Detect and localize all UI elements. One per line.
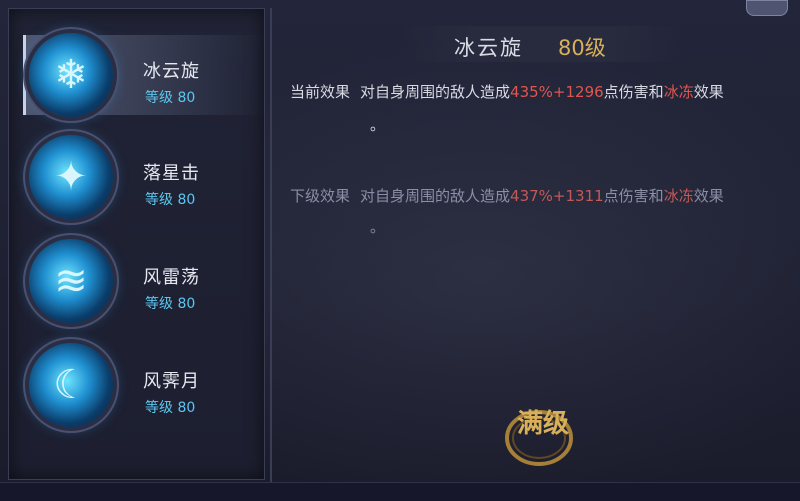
damage-value: 435%+1296 bbox=[510, 83, 604, 101]
next-effect: 下级效果 对自身周围的敌人造成437%+1311点伤害和冰冻效果 bbox=[290, 182, 780, 210]
current-effect-end: 。 bbox=[370, 116, 386, 134]
damage-value: 437%+1311 bbox=[510, 187, 604, 205]
skill-item-luoxingji[interactable]: ✦ 落星击 等级 80 bbox=[23, 131, 263, 223]
next-effect-end: 。 bbox=[370, 218, 386, 236]
title-bar bbox=[402, 26, 682, 62]
skill-name: 风雷荡 bbox=[143, 267, 200, 288]
wind-moon-icon: ☾ bbox=[29, 343, 113, 427]
effect-text: 效果 bbox=[693, 187, 724, 205]
current-effect: 当前效果 对自身周围的敌人造成435%+1296点伤害和冰冻效果 bbox=[290, 78, 780, 106]
skill-list-panel: ❄ 冰云旋 等级 80 ✦ 落星击 等级 80 ≋ 风雷荡 等级 80 ☾ 风霁… bbox=[8, 8, 265, 480]
effect-text: 对自身周围的敌人造成 bbox=[360, 187, 511, 205]
skill-name: 风霁月 bbox=[143, 371, 200, 392]
skill-level: 等级 80 bbox=[145, 296, 196, 312]
effect-text: 点伤害和 bbox=[603, 83, 664, 101]
skill-name: 冰云旋 bbox=[143, 61, 200, 82]
detail-skill-level: 80级 bbox=[558, 36, 606, 60]
ice-swirl-icon: ❄ bbox=[29, 33, 113, 117]
status-effect: 冰冻 bbox=[663, 187, 694, 205]
badge-text: 满级 bbox=[517, 408, 569, 439]
skill-item-bingyunxuan[interactable]: ❄ 冰云旋 等级 80 bbox=[23, 29, 264, 121]
max-level-badge: 满级 bbox=[505, 408, 573, 466]
skill-level: 等级 80 bbox=[145, 400, 196, 416]
effect-text: 点伤害和 bbox=[603, 187, 664, 205]
game-window: ❄ 冰云旋 等级 80 ✦ 落星击 等级 80 ≋ 风雷荡 等级 80 ☾ 风霁… bbox=[0, 0, 800, 501]
status-effect: 冰冻 bbox=[663, 83, 694, 101]
wind-thunder-icon: ≋ bbox=[29, 239, 113, 323]
detail-skill-name: 冰云旋 bbox=[454, 36, 523, 60]
skill-name: 落星击 bbox=[143, 163, 200, 184]
star-strike-icon: ✦ bbox=[29, 135, 113, 219]
skill-level: 等级 80 bbox=[145, 192, 196, 208]
effect-text: 对自身周围的敌人造成 bbox=[360, 83, 511, 101]
next-effect-label: 下级效果 bbox=[290, 187, 351, 205]
bottom-frame bbox=[0, 482, 800, 501]
current-effect-label: 当前效果 bbox=[290, 83, 351, 101]
skill-level: 等级 80 bbox=[145, 90, 196, 106]
skill-item-fengleidang[interactable]: ≋ 风雷荡 等级 80 bbox=[23, 235, 263, 327]
skill-item-fengjiyue[interactable]: ☾ 风霁月 等级 80 bbox=[23, 339, 263, 431]
effect-text: 效果 bbox=[693, 83, 724, 101]
